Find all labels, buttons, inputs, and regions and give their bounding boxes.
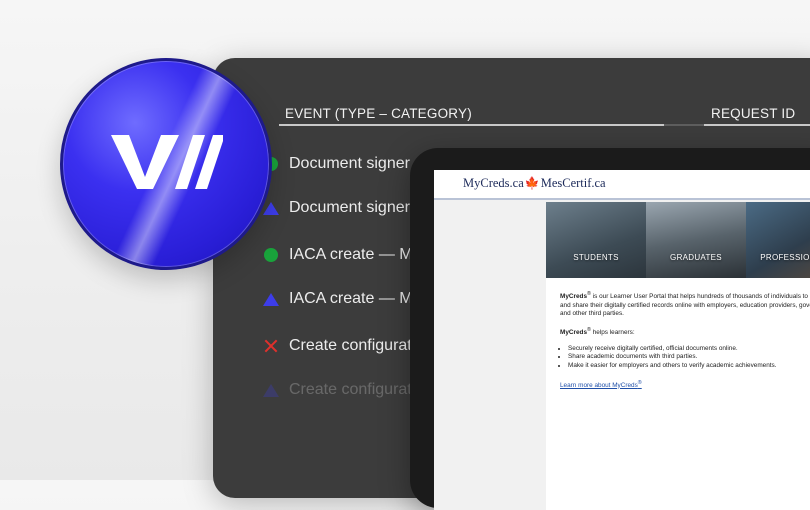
tablet-screen: MyCreds.ca🍁MesCertif.ca STUDENTS GRADUAT… bbox=[434, 170, 810, 510]
list-item: Share academic documents with third part… bbox=[568, 353, 810, 362]
banner-label: GRADUATES bbox=[670, 253, 722, 262]
intro-copy: MyCreds ® is our Learner User Portal that… bbox=[560, 290, 810, 390]
column-header-request-id[interactable]: REQUEST ID bbox=[711, 106, 795, 121]
site-brand[interactable]: MyCreds.ca🍁MesCertif.ca bbox=[463, 176, 606, 191]
header-divider bbox=[704, 124, 810, 126]
banner-professionals[interactable]: PROFESSIONALS bbox=[746, 202, 810, 278]
event-row[interactable]: IACA create — M bbox=[263, 287, 413, 311]
banner-students[interactable]: STUDENTS bbox=[546, 202, 646, 278]
helps-paragraph: MyCreds® helps learners: bbox=[560, 326, 810, 338]
page-content: STUDENTS GRADUATES PROFESSIONALS MyCreds… bbox=[546, 202, 810, 510]
failed-cross-icon bbox=[263, 338, 279, 354]
brand-mention: MyCreds bbox=[560, 329, 587, 337]
pending-triangle-icon bbox=[263, 292, 279, 306]
intro-text: is our Learner User Portal that helps hu… bbox=[560, 293, 810, 318]
site-header: MyCreds.ca🍁MesCertif.ca bbox=[434, 170, 810, 200]
header-divider bbox=[664, 124, 704, 126]
list-item: Securely receive digitally certified, of… bbox=[568, 345, 810, 354]
pending-triangle-icon bbox=[263, 383, 279, 397]
event-row[interactable]: Document signer c bbox=[263, 152, 422, 176]
registered-mark: ® bbox=[637, 379, 642, 386]
event-row[interactable]: Create configurat bbox=[263, 334, 412, 358]
event-label: Create configurat bbox=[289, 337, 412, 354]
brand-logo bbox=[60, 58, 272, 270]
event-label: Document signer c bbox=[289, 155, 423, 172]
list-item: Make it easier for employers and others … bbox=[568, 362, 810, 371]
pending-triangle-icon bbox=[263, 201, 279, 215]
event-label: Create configurat bbox=[289, 381, 412, 398]
hero-banner: STUDENTS GRADUATES PROFESSIONALS bbox=[546, 202, 810, 278]
tablet-device: MyCreds.ca🍁MesCertif.ca STUDENTS GRADUAT… bbox=[410, 148, 810, 510]
banner-graduates[interactable]: GRADUATES bbox=[646, 202, 746, 278]
maple-leaf-icon: 🍁 bbox=[524, 176, 540, 190]
event-label: IACA create — M bbox=[289, 290, 413, 307]
banner-label: PROFESSIONALS bbox=[760, 253, 810, 262]
brand-right: MesCertif.ca bbox=[540, 176, 606, 190]
event-row[interactable]: IACA create — M bbox=[263, 243, 413, 267]
intro-paragraph: MyCreds® is our Learner User Portal that… bbox=[560, 290, 810, 319]
brand-left: MyCreds.ca bbox=[463, 176, 524, 190]
learn-more-link[interactable]: Learn more about MyCreds® bbox=[560, 379, 642, 389]
learn-more-text: Learn more about MyCreds bbox=[560, 381, 638, 389]
benefits-list: Securely receive digitally certified, of… bbox=[560, 345, 810, 371]
event-row[interactable]: Create configurat bbox=[263, 378, 412, 402]
success-dot-icon bbox=[264, 248, 278, 262]
brand-mention: MyCreds bbox=[560, 293, 587, 301]
event-label: Document signer bbox=[289, 199, 410, 216]
brand-logo-icon bbox=[111, 135, 223, 189]
event-row[interactable]: Document signer bbox=[263, 196, 410, 220]
helps-text: helps learners: bbox=[590, 329, 635, 337]
header-divider bbox=[279, 124, 664, 126]
event-label: IACA create — M bbox=[289, 246, 413, 263]
banner-label: STUDENTS bbox=[573, 253, 619, 262]
column-header-event[interactable]: EVENT (TYPE – CATEGORY) bbox=[285, 106, 472, 121]
